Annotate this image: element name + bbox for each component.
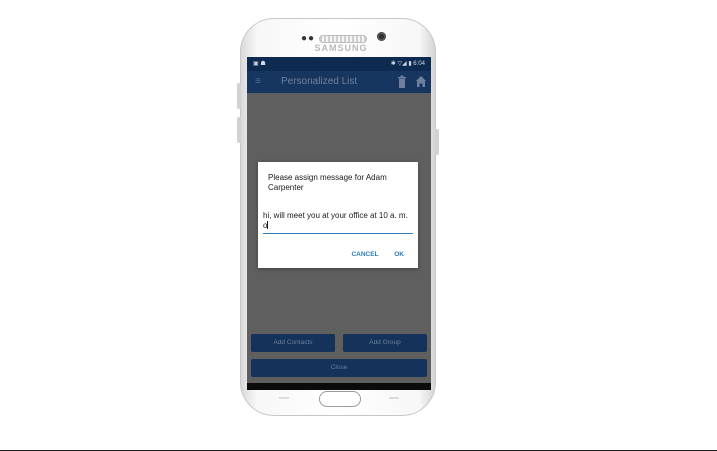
earpiece-speaker xyxy=(319,35,367,43)
app-bar: ≡ Personalized List xyxy=(247,71,431,93)
volume-down-key[interactable] xyxy=(237,117,241,143)
home-icon[interactable] xyxy=(415,75,427,89)
power-key[interactable] xyxy=(435,129,439,155)
close-button[interactable]: Close xyxy=(251,359,427,377)
status-right-indicators: ✱ ▽◢ ▮ 6:04 xyxy=(390,61,425,67)
text-cursor xyxy=(267,221,269,229)
back-key[interactable] xyxy=(389,397,399,399)
nav-recents-icon[interactable]: □ xyxy=(386,388,391,390)
add-contacts-button[interactable]: Add Contacts xyxy=(251,334,335,352)
brand-logo: SAMSUNG xyxy=(314,43,368,53)
android-nav-bar: ◁ ○ □ xyxy=(247,383,431,390)
recent-apps-key[interactable] xyxy=(279,397,289,399)
add-group-button[interactable]: Add Group xyxy=(343,334,427,352)
front-camera xyxy=(377,32,386,41)
cancel-button[interactable]: CANCEL xyxy=(351,251,378,258)
volume-up-key[interactable] xyxy=(237,83,241,109)
status-left-icons: ▣ ☗ xyxy=(253,61,266,67)
menu-icon[interactable]: ≡ xyxy=(255,76,261,88)
assign-message-dialog: Please assign message for Adam Carpenter… xyxy=(258,162,418,268)
message-input[interactable]: hi, will meet you at your office at 10 a… xyxy=(263,211,413,234)
physical-home-button[interactable] xyxy=(319,391,361,407)
nav-back-icon[interactable]: ◁ xyxy=(285,388,292,390)
dialog-actions: CANCEL OK xyxy=(337,251,404,258)
status-bar: ▣ ☗ ✱ ▽◢ ▮ 6:04 xyxy=(247,57,431,71)
nav-home-icon[interactable]: ○ xyxy=(335,387,341,390)
screenshot-canvas: ●● SAMSUNG ▣ ☗ ✱ ▽◢ ▮ 6:04 ≡ Personalize… xyxy=(0,0,717,451)
message-input-value: hi, will meet you at your office at 10 a… xyxy=(263,211,408,230)
page-title: Personalized List xyxy=(281,76,358,87)
trash-icon[interactable] xyxy=(397,75,407,89)
ok-button[interactable]: OK xyxy=(394,251,404,258)
dialog-title: Please assign message for Adam Carpenter xyxy=(268,173,387,192)
